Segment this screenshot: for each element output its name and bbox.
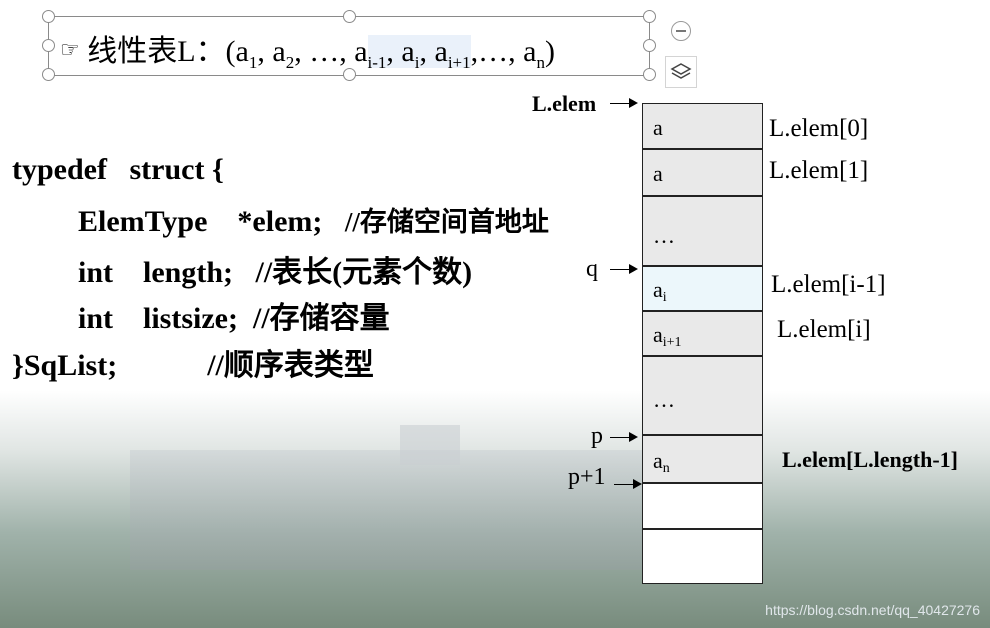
code-line-typedef: typedef struct { — [12, 153, 224, 186]
label-elem-i: L.elem[i] — [777, 316, 871, 343]
memory-cell-i: ai+1 — [642, 311, 763, 356]
pointer-p-arrow — [610, 432, 638, 442]
pointer-p-label: p — [591, 423, 603, 449]
resize-handle-bl[interactable] — [42, 68, 55, 81]
elem-pointer-arrow — [610, 98, 638, 108]
resize-handle-ml[interactable] — [42, 39, 55, 52]
comment-sqlist: //顺序表类型 — [207, 349, 374, 382]
resize-handle-tm[interactable] — [343, 10, 356, 23]
pointer-q-arrow — [610, 264, 638, 274]
pointer-p1-label: p+1 — [568, 464, 606, 490]
pointer-q-label: q — [586, 256, 598, 282]
label-elem-0: L.elem[0] — [769, 115, 869, 142]
background-tower — [400, 425, 460, 465]
memory-cell-empty-1 — [642, 483, 763, 529]
watermark: https://blog.csdn.net/qq_40427276 — [765, 602, 980, 618]
resize-handle-mr[interactable] — [643, 39, 656, 52]
comment-listsize: //存储容量 — [252, 302, 390, 335]
resize-handle-tr[interactable] — [643, 10, 656, 23]
comment-length: //表长(元素个数) — [255, 256, 473, 289]
code-line-elem: ElemType *elem; //存储空间首地址 — [78, 205, 549, 238]
comment-elem: //存储空间首地址 — [344, 207, 549, 237]
elem-pointer-label: L.elem — [532, 91, 597, 116]
memory-cell-1: a — [642, 149, 763, 196]
label-elem-1: L.elem[1] — [769, 157, 869, 184]
memory-cell-n: an — [642, 435, 763, 483]
memory-cell-empty-2 — [642, 529, 763, 584]
code-line-sqlist: }SqList; //顺序表类型 — [12, 349, 374, 382]
layers-icon[interactable] — [665, 56, 697, 88]
resize-handle-br[interactable] — [643, 68, 656, 81]
pointer-p1-arrow — [614, 479, 642, 489]
code-line-length: int length; //表长(元素个数) — [78, 256, 473, 289]
collapse-icon[interactable] — [671, 21, 691, 41]
label-elem-last: L.elem[L.length-1] — [782, 447, 958, 472]
memory-cell-0: a — [642, 103, 763, 149]
label-elem-i-1: L.elem[i-1] — [771, 271, 886, 298]
memory-cell-ellipsis-2: … — [642, 356, 763, 435]
memory-cell-i-1: ai — [642, 266, 763, 311]
slide-title[interactable]: ☞ 线性表L：(a1, a2, …, ai-1, ai, ai+1,…, an) — [60, 26, 555, 73]
memory-cell-ellipsis-1: … — [642, 196, 763, 266]
resize-handle-tl[interactable] — [42, 10, 55, 23]
pointing-hand-icon: ☞ — [60, 37, 80, 62]
code-line-listsize: int listsize; //存储容量 — [78, 302, 390, 335]
